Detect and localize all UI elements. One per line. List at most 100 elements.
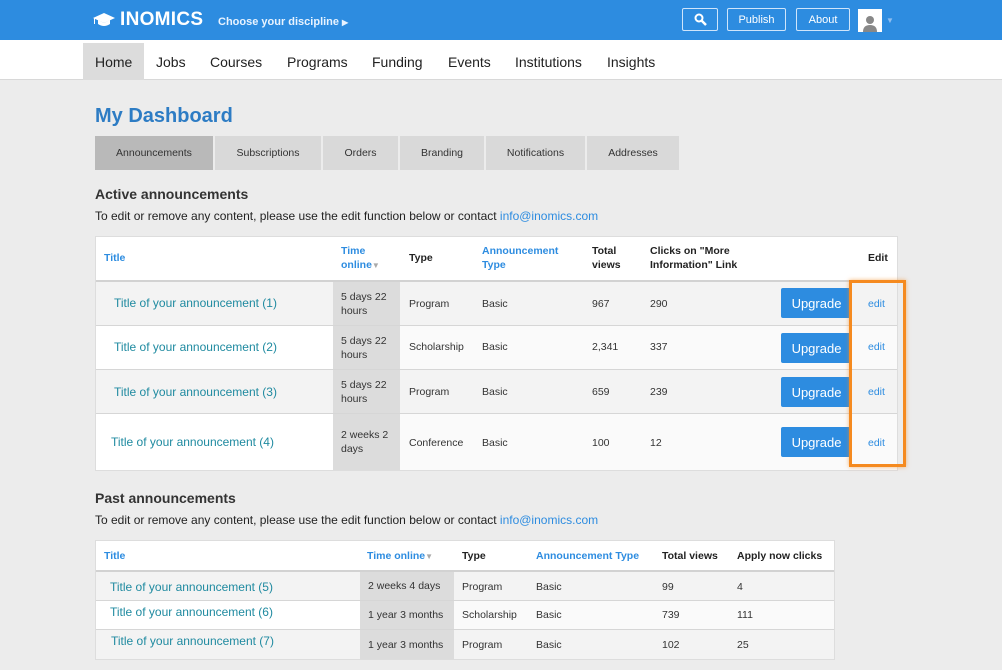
search-icon (694, 13, 707, 26)
header-total-views: Total views (662, 550, 718, 562)
header-announcement-type[interactable]: Announcement Type (482, 244, 577, 272)
nav-item-jobs[interactable]: Jobs (144, 43, 198, 80)
table-row: Title of your announcement (7) 1 year 3 … (96, 630, 834, 659)
table-row: Title of your announcement (6) 1 year 3 … (96, 601, 834, 630)
announcement-title-link[interactable]: Title of your announcement (4) (111, 435, 274, 449)
header-clicks: Clicks on "More Information" Link (650, 245, 738, 271)
type-cell: Program (462, 639, 503, 651)
total-views-cell: 967 (592, 298, 610, 310)
active-announcements-table: Title Time online▼ Type Announcement Typ… (95, 236, 898, 471)
type-cell: Program (409, 298, 450, 310)
time-online-cell: 1 year 3 months (360, 601, 454, 629)
caret-right-icon: ▶ (342, 18, 349, 27)
top-bar: INOMICS Choose your discipline ▶ Publish … (0, 0, 1002, 40)
nav-item-courses[interactable]: Courses (198, 43, 274, 80)
clicks-cell: 337 (650, 341, 668, 353)
table-row: Title of your announcement (2) 5 days 22… (96, 326, 897, 370)
tab-orders[interactable]: Orders (323, 136, 398, 170)
header-time-online[interactable]: Time online▼ (367, 549, 433, 564)
total-views-cell: 2,341 (592, 341, 619, 353)
edit-link[interactable]: edit (868, 341, 885, 353)
time-online-cell: 1 year 3 months (360, 630, 454, 659)
clicks-cell: 12 (650, 437, 662, 449)
apply-now-clicks-cell: 111 (737, 609, 753, 621)
time-online-cell: 5 days 22 hours (333, 326, 400, 369)
header-time-online-label: Time online (367, 550, 426, 562)
table-header: Title Time online▼ Type Announcement Typ… (96, 541, 834, 572)
header-time-online-label: Time online (341, 245, 372, 271)
table-row: Title of your announcement (5) 2 weeks 4… (96, 572, 834, 601)
sort-down-icon: ▼ (425, 552, 434, 561)
contact-email-link[interactable]: info@inomics.com (500, 513, 598, 527)
note-text: To edit or remove any content, please us… (95, 209, 500, 223)
active-announcements-heading: Active announcements (95, 186, 249, 202)
about-button[interactable]: About (796, 8, 850, 31)
announcement-title-link[interactable]: Title of your announcement (2) (114, 340, 277, 354)
user-avatar[interactable] (858, 9, 882, 32)
nav-item-insights[interactable]: Insights (595, 43, 667, 80)
header-apply-now-clicks: Apply now clicks (737, 550, 823, 562)
edit-link[interactable]: edit (868, 298, 885, 310)
active-announcements-note: To edit or remove any content, please us… (95, 209, 598, 223)
announcement-type-cell: Basic (536, 581, 562, 593)
header-edit: Edit (868, 252, 888, 264)
announcement-type-cell: Basic (482, 437, 508, 449)
header-time-online[interactable]: Time online▼ (341, 244, 391, 273)
announcement-type-cell: Basic (536, 609, 562, 621)
header-title[interactable]: Title (104, 549, 125, 563)
table-row: Title of your announcement (1) 5 days 22… (96, 282, 897, 326)
contact-email-link[interactable]: info@inomics.com (500, 209, 598, 223)
announcement-title-link[interactable]: Title of your announcement (6) (110, 605, 273, 619)
clicks-cell: 290 (650, 298, 668, 310)
edit-link[interactable]: edit (868, 386, 885, 398)
table-row: Title of your announcement (4) 2 weeks 2… (96, 414, 897, 470)
past-announcements-table: Title Time online▼ Type Announcement Typ… (95, 540, 835, 660)
upgrade-button[interactable]: Upgrade (781, 288, 852, 318)
logo[interactable]: INOMICS (93, 9, 203, 31)
header-type: Type (409, 252, 433, 264)
publish-button[interactable]: Publish (727, 8, 786, 31)
announcement-title-link[interactable]: Title of your announcement (1) (114, 296, 277, 310)
edit-link[interactable]: edit (868, 437, 885, 449)
header-total-views: Total views (592, 245, 621, 271)
header-announcement-type[interactable]: Announcement Type (536, 549, 639, 563)
search-button[interactable] (682, 8, 718, 31)
type-cell: Conference (409, 437, 464, 449)
type-cell: Scholarship (409, 341, 464, 353)
sort-down-icon: ▼ (371, 261, 380, 270)
user-menu-caret-icon[interactable]: ▼ (886, 16, 894, 25)
time-online-cell: 2 weeks 2 days (333, 414, 400, 470)
total-views-cell: 102 (662, 639, 680, 651)
tab-announcements[interactable]: Announcements (95, 136, 213, 170)
page-title: My Dashboard (95, 105, 233, 127)
upgrade-button[interactable]: Upgrade (781, 427, 852, 457)
announcement-title-link[interactable]: Title of your announcement (5) (110, 580, 273, 594)
upgrade-button[interactable]: Upgrade (781, 333, 852, 363)
nav-item-funding[interactable]: Funding (360, 43, 435, 80)
tab-subscriptions[interactable]: Subscriptions (215, 136, 321, 170)
time-online-cell: 5 days 22 hours (333, 370, 400, 413)
choose-discipline-menu[interactable]: Choose your discipline ▶ (218, 16, 348, 28)
total-views-cell: 100 (592, 437, 610, 449)
header-title[interactable]: Title (104, 251, 125, 265)
main-nav: Home Jobs Courses Programs Funding Event… (0, 40, 1002, 80)
user-icon (863, 16, 877, 32)
graduation-cap-icon (93, 13, 115, 26)
nav-item-home[interactable]: Home (83, 43, 145, 80)
table-header: Title Time online▼ Type Announcement Typ… (96, 237, 897, 282)
nav-item-events[interactable]: Events (436, 43, 503, 80)
tab-branding[interactable]: Branding (400, 136, 484, 170)
nav-item-institutions[interactable]: Institutions (503, 43, 594, 80)
tab-notifications[interactable]: Notifications (486, 136, 585, 170)
apply-now-clicks-cell: 4 (737, 581, 743, 593)
announcement-type-cell: Basic (482, 298, 508, 310)
tab-addresses[interactable]: Addresses (587, 136, 679, 170)
type-cell: Scholarship (462, 609, 517, 621)
clicks-cell: 239 (650, 386, 668, 398)
announcement-title-link[interactable]: Title of your announcement (7) (111, 634, 274, 648)
announcement-title-link[interactable]: Title of your announcement (3) (114, 385, 277, 399)
past-announcements-note: To edit or remove any content, please us… (95, 513, 598, 527)
announcement-type-cell: Basic (536, 639, 562, 651)
nav-item-programs[interactable]: Programs (275, 43, 360, 80)
upgrade-button[interactable]: Upgrade (781, 377, 852, 407)
